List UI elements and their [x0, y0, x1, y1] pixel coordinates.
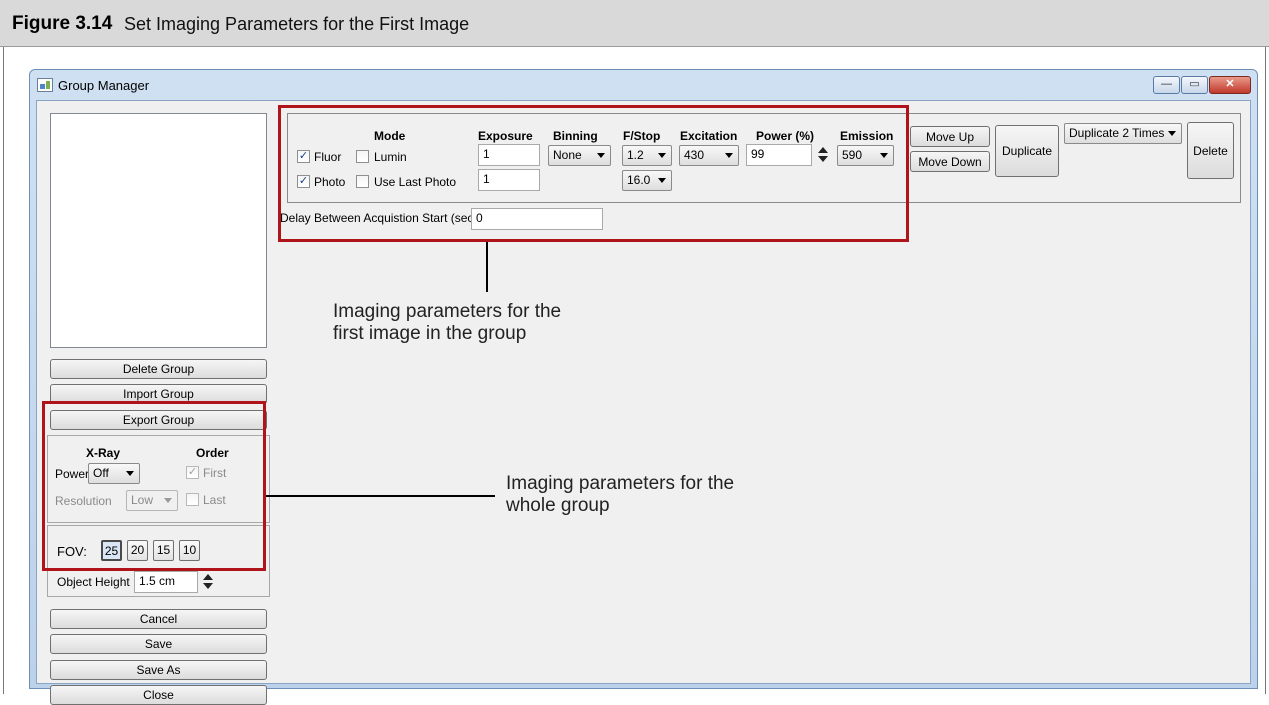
cancel-button[interactable]: Cancel: [50, 609, 267, 629]
close-window-button[interactable]: ✕: [1209, 76, 1251, 94]
highlight-box-whole-group: [42, 401, 266, 571]
figure-frame-left: [3, 47, 4, 694]
callout-line-whole-group: [266, 495, 495, 497]
move-up-button[interactable]: Move Up: [910, 126, 990, 147]
duplicate-times-dropdown[interactable]: Duplicate 2 Times: [1064, 123, 1182, 144]
chevron-down-icon: [1168, 131, 1176, 136]
highlight-box-first-image: [278, 105, 909, 242]
minimize-button[interactable]: —: [1153, 76, 1180, 94]
callout-whole-group: Imaging parameters for the whole group: [506, 473, 735, 516]
callout-first-image: Imaging parameters for the first image i…: [333, 301, 562, 344]
object-height-input[interactable]: 1.5 cm: [134, 571, 198, 593]
duplicate-button[interactable]: Duplicate: [995, 125, 1059, 177]
save-button[interactable]: Save: [50, 634, 267, 654]
move-down-button[interactable]: Move Down: [910, 151, 990, 172]
group-list[interactable]: [50, 113, 267, 348]
arrow-up-icon: [203, 574, 213, 580]
object-height-label: Object Height: [57, 575, 130, 589]
minimize-icon: —: [1161, 78, 1172, 90]
figure-title-bar: Figure 3.14 Set Imaging Parameters for t…: [0, 0, 1269, 47]
callout-line-first-image: [486, 242, 488, 292]
object-height-spinner[interactable]: [202, 572, 214, 592]
window-app-icon: [37, 78, 53, 92]
close-button[interactable]: Close: [50, 685, 267, 705]
save-as-button[interactable]: Save As: [50, 660, 267, 680]
window-titlebar[interactable]: Group Manager — ▭ ✕: [30, 70, 1257, 100]
delete-group-button[interactable]: Delete Group: [50, 359, 267, 379]
arrow-down-icon: [203, 583, 213, 589]
duplicate-times-value: Duplicate 2 Times: [1069, 126, 1165, 140]
maximize-icon: ▭: [1189, 78, 1200, 90]
figure-frame-right: [1265, 47, 1266, 694]
delete-button[interactable]: Delete: [1187, 122, 1234, 179]
window-title: Group Manager: [58, 78, 150, 93]
figure-caption: Set Imaging Parameters for the First Ima…: [124, 14, 470, 34]
maximize-button[interactable]: ▭: [1181, 76, 1208, 94]
figure-number: Figure 3.14: [12, 13, 113, 34]
close-icon: ✕: [1225, 78, 1235, 90]
